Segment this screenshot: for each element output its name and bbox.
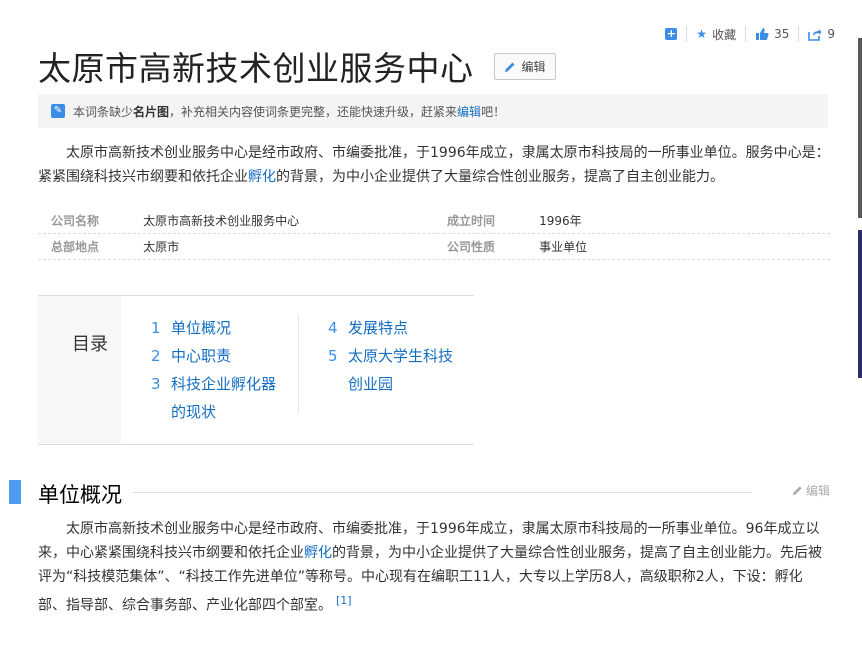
favorite-button[interactable]: ★ 收藏 <box>687 24 745 44</box>
toc-item-label[interactable]: 发展特点 <box>348 314 463 342</box>
edit-notice-icon: ✎ <box>51 104 65 118</box>
toc-item[interactable]: 1 单位概况 <box>151 314 286 342</box>
edit-button-label: 编辑 <box>521 60 546 74</box>
toc-item[interactable]: 5 太原大学生科技创业园 <box>328 342 463 398</box>
info-key: 总部地点 <box>51 240 100 254</box>
toc-item-label[interactable]: 单位概况 <box>171 314 286 342</box>
side-panel-edge <box>858 38 862 218</box>
like-count: 35 <box>774 27 790 41</box>
like-button[interactable]: 35 <box>746 24 798 44</box>
section-divider <box>133 492 752 493</box>
info-value: 太原市 <box>143 240 180 254</box>
edit-button[interactable]: 编辑 <box>494 53 556 80</box>
page-title: 太原市高新技术创业服务中心 <box>38 49 474 88</box>
thumbs-up-icon <box>756 28 769 40</box>
share-icon <box>808 29 822 41</box>
pencil-icon <box>792 486 802 496</box>
notice-middle: ，补充相关内容使词条更完整，还能快速升级，赶紧来 <box>169 104 458 119</box>
share-count: 9 <box>827 27 835 41</box>
basic-info-row: 公司名称 太原市高新技术创业服务中心 成立时间 1996年 <box>38 208 830 234</box>
toc-item[interactable]: 4 发展特点 <box>328 314 463 342</box>
info-value: 1996年 <box>539 214 582 228</box>
side-panel-edge <box>858 230 862 378</box>
favorite-label: 收藏 <box>712 27 737 42</box>
add-button[interactable]: + <box>656 24 686 44</box>
notice-suffix: 吧！ <box>481 104 506 119</box>
basic-info-row: 总部地点 太原市 公司性质 事业单位 <box>38 234 830 260</box>
info-key: 成立时间 <box>447 214 496 228</box>
summary-paragraph: 太原市高新技术创业服务中心是经市政府、市编委批准，于1996年成立，隶属太原市科… <box>38 141 830 189</box>
info-key: 公司性质 <box>447 240 496 254</box>
toc-item-label[interactable]: 中心职责 <box>171 342 286 370</box>
section-paragraph: 太原市高新技术创业服务中心是经市政府、市编委批准，于1996年成立，隶属太原市科… <box>38 517 830 618</box>
action-bar: + ★ 收藏 35 9 <box>656 24 844 44</box>
pencil-icon <box>505 62 515 72</box>
basic-info-table: 公司名称 太原市高新技术创业服务中心 成立时间 1996年 总部地点 太原市 公… <box>38 208 830 260</box>
toc-column-left: 1 单位概况 2 中心职责 3 科技企业孵化器的现状 <box>151 314 286 426</box>
share-button[interactable]: 9 <box>799 24 844 44</box>
notice-prefix: 本词条缺少 <box>73 104 134 119</box>
plus-icon: + <box>665 27 678 40</box>
toc-column-right: 4 发展特点 5 太原大学生科技创业园 <box>328 314 463 398</box>
incubation-link[interactable]: 孵化 <box>248 169 276 185</box>
missing-image-notice: ✎ 本词条缺少 名片图 ，补充相关内容使词条更完整，还能快速升级，赶紧来 编辑 吧！ <box>38 94 828 128</box>
toc-header-panel <box>38 296 121 444</box>
toc-item-number: 4 <box>328 319 338 337</box>
section-heading-row: 单位概况 编辑 <box>0 476 830 508</box>
table-of-contents: 目录 1 单位概况 2 中心职责 3 科技企业孵化器的现状 4 发展特点 5 太… <box>38 295 474 445</box>
info-key: 公司名称 <box>51 214 100 228</box>
toc-item-label[interactable]: 太原大学生科技创业园 <box>348 342 463 398</box>
toc-item-number: 1 <box>151 319 161 337</box>
toc-item-number: 5 <box>328 347 338 365</box>
toc-item[interactable]: 2 中心职责 <box>151 342 286 370</box>
info-value: 太原市高新技术创业服务中心 <box>143 214 300 228</box>
toc-item-label[interactable]: 科技企业孵化器的现状 <box>171 370 286 426</box>
toc-item[interactable]: 3 科技企业孵化器的现状 <box>151 370 286 426</box>
incubation-link[interactable]: 孵化 <box>304 545 332 561</box>
toc-column-divider <box>298 314 299 414</box>
star-icon: ★ <box>696 27 708 41</box>
toc-item-number: 3 <box>151 375 161 393</box>
section-marker <box>9 480 21 504</box>
toc-title: 目录 <box>72 334 108 355</box>
notice-bold: 名片图 <box>133 104 170 119</box>
section-edit-label: 编辑 <box>805 484 830 498</box>
section-heading: 单位概况 <box>38 483 122 507</box>
info-value: 事业单位 <box>539 240 588 254</box>
reference-link[interactable]: [1] <box>336 594 352 607</box>
section-edit-button[interactable]: 编辑 <box>792 482 830 499</box>
summary-text-2: 的背景，为中小企业提供了大量综合性创业服务，提高了自主创业能力。 <box>276 169 724 185</box>
notice-edit-link[interactable]: 编辑 <box>457 103 481 120</box>
toc-item-number: 2 <box>151 347 161 365</box>
